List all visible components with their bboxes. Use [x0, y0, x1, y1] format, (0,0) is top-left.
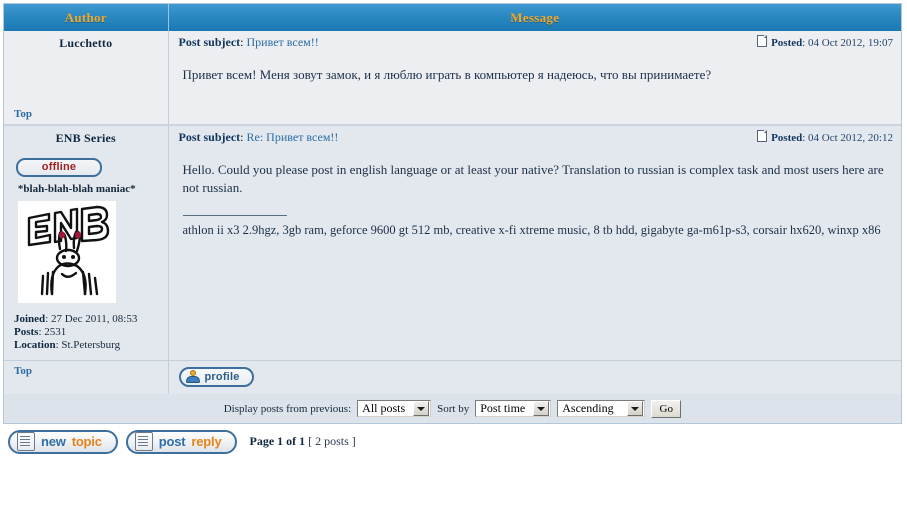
post-reply-word1: post — [158, 434, 186, 449]
profile-button[interactable]: profile — [178, 367, 254, 387]
display-posts-value: All posts — [362, 401, 406, 415]
post-2-subject-cell: Posted: 04 Oct 2012, 20:12 Post subject:… — [168, 126, 901, 149]
sort-by-select[interactable]: Post time — [475, 400, 552, 417]
post-2-location: Location: St.Petersburg — [14, 339, 121, 351]
posts-table: Author Message Lucchetto Posted: 04 Oct … — [4, 4, 901, 394]
location-value: St.Petersburg — [61, 339, 121, 351]
pagination-info: Page 1 of 1 [ 2 posts ] — [249, 434, 355, 449]
new-topic-button[interactable]: new topic — [8, 429, 118, 454]
post-1-header-row: Lucchetto Posted: 04 Oct 2012, 19:07 Pos… — [4, 31, 901, 54]
column-header-message: Message — [168, 4, 901, 31]
post-reply-button[interactable]: post reply — [125, 429, 238, 454]
post-2-author-name: ENB Series — [4, 126, 169, 149]
document-icon — [757, 130, 768, 142]
post-2-user-rank: *blah-blah-blah maniac* — [17, 183, 136, 195]
post-2-body-row: offline *blah-blah-blah maniac* Joined: … — [4, 149, 901, 360]
post-1-subject-link[interactable]: Привет всем!! — [247, 35, 319, 49]
footer-actions: new topic post reply Page 1 of 1 [ 2 posts… — [0, 424, 907, 454]
joined-value: 27 Dec 2011, 08:53 — [51, 313, 138, 325]
post-2-postcount: Posts: 2531 — [14, 326, 67, 338]
column-header-author: Author — [4, 4, 169, 31]
post-1-author-details — [4, 54, 169, 104]
user-icon-body — [185, 376, 200, 383]
post-2-message-body: Hello. Could you please post in english … — [168, 149, 901, 360]
post-1-posted-label: Posted — [771, 37, 803, 49]
new-topic-word2: topic — [71, 434, 102, 449]
avatar-enb-logo — [19, 202, 115, 302]
post-2-posted-date: 04 Oct 2012, 20:12 — [808, 132, 893, 144]
sort-order-value: Ascending — [562, 401, 614, 415]
post-2-top-cell: Top — [4, 361, 169, 394]
document-icon — [757, 35, 768, 47]
post-2-signature: athlon ii x3 2.9hgz, 3gb ram, geforce 96… — [182, 223, 881, 237]
post-1-top-link[interactable]: Top — [14, 108, 32, 120]
post-2-posted-label: Posted — [771, 132, 803, 144]
post-1-body-row: Привет всем! Меня зовут замок, и я люблю… — [4, 54, 901, 104]
post-reply-word2: reply — [191, 434, 222, 449]
post-2-author-details: offline *blah-blah-blah maniac* Joined: … — [4, 149, 169, 360]
sort-by-value: Post time — [480, 401, 526, 415]
post-2-joined: Joined: 27 Dec 2011, 08:53 — [14, 313, 138, 325]
post-2-posted: Posted: 04 Oct 2012, 20:12 — [757, 130, 893, 144]
chevron-down-icon — [533, 401, 550, 416]
user-icon — [185, 370, 200, 383]
document-icon — [17, 432, 35, 451]
post-1-author-name: Lucchetto — [4, 31, 169, 54]
post-2-top-link[interactable]: Top — [14, 365, 32, 377]
post-1-posted: Posted: 04 Oct 2012, 19:07 — [757, 35, 893, 49]
posts-value: 2531 — [44, 326, 67, 338]
posts-count-text: [ 2 posts ] — [308, 434, 356, 448]
posts-label: Posts — [14, 326, 39, 338]
post-1-footer-row: Top — [4, 104, 901, 124]
display-controls-bar: Display posts from previous: All posts S… — [3, 394, 902, 424]
post-1-subject-label: Post subject — [178, 35, 241, 49]
document-icon — [134, 432, 153, 451]
post-1-footer-spacer — [168, 104, 901, 124]
post-2-text: Hello. Could you please post in english … — [182, 162, 884, 195]
post-1-posted-date: 04 Oct 2012, 19:07 — [808, 37, 893, 49]
status-badge-offline: offline — [16, 158, 102, 177]
display-posts-select[interactable]: All posts — [357, 400, 432, 417]
posts-table-frame: Author Message Lucchetto Posted: 04 Oct … — [3, 3, 902, 394]
post-2-subject-label: Post subject — [178, 130, 241, 144]
joined-label: Joined — [14, 313, 46, 325]
display-posts-label: Display posts from previous: — [223, 402, 352, 415]
profile-button-label: profile — [204, 370, 240, 383]
location-label: Location — [14, 339, 56, 351]
post-2-header-row: ENB Series Posted: 04 Oct 2012, 20:12 Po… — [4, 126, 901, 149]
page-of-text: Page 1 of 1 — [249, 434, 306, 448]
post-2-actions-cell: profile — [168, 361, 901, 394]
sort-order-select[interactable]: Ascending — [557, 400, 646, 417]
post-1-text: Привет всем! Меня зовут замок, и я люблю… — [182, 67, 712, 82]
table-header-row: Author Message — [4, 4, 901, 31]
post-2-subject-link[interactable]: Re: Привет всем!! — [247, 130, 339, 144]
go-button[interactable]: Go — [651, 399, 682, 418]
chevron-down-icon — [627, 401, 644, 416]
sort-by-label: Sort by — [437, 402, 470, 415]
post-2-footer-row: Top profile — [4, 361, 901, 394]
post-1-subject-cell: Posted: 04 Oct 2012, 19:07 Post subject:… — [168, 31, 901, 54]
chevron-down-icon — [413, 401, 430, 416]
signature-divider — [182, 215, 287, 216]
post-1-message-body: Привет всем! Меня зовут замок, и я люблю… — [168, 54, 901, 104]
forum-topic-page: Author Message Lucchetto Posted: 04 Oct … — [0, 0, 907, 516]
post-1-top-cell: Top — [4, 104, 169, 124]
new-topic-word1: new — [41, 434, 66, 449]
avatar — [18, 201, 116, 303]
